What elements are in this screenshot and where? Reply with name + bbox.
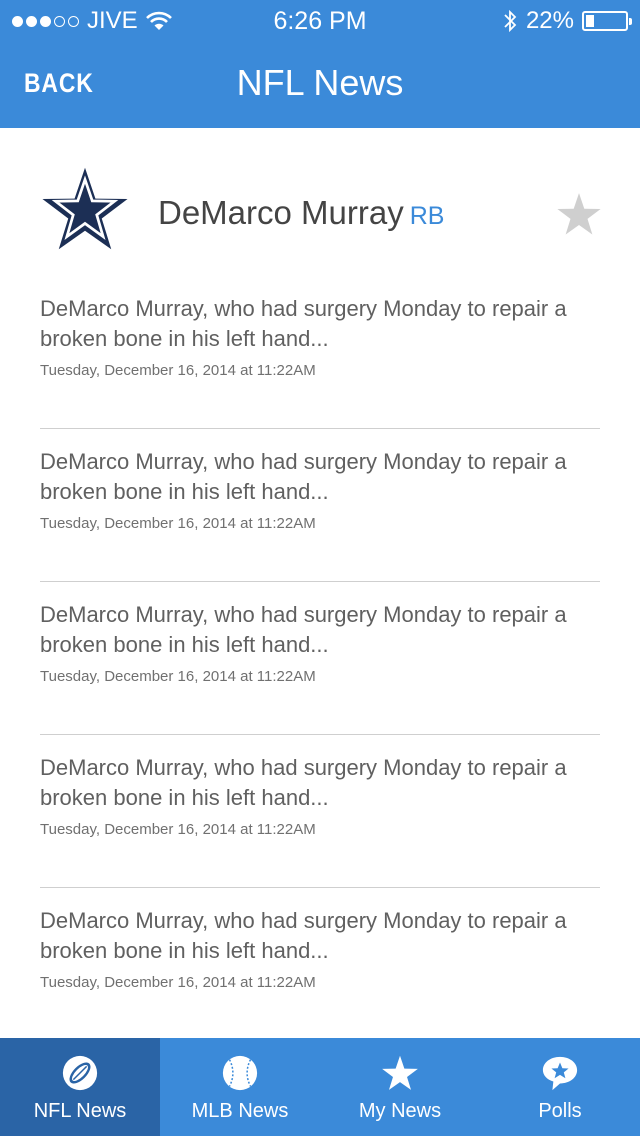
news-item[interactable]: DeMarco Murray, who had surgery Monday t…	[40, 429, 600, 582]
news-headline: DeMarco Murray, who had surgery Monday t…	[40, 602, 567, 657]
player-name-text: DeMarco Murray	[158, 194, 404, 231]
favorite-star-icon[interactable]	[556, 192, 602, 236]
tab-my-news[interactable]: My News	[320, 1038, 480, 1136]
battery-icon	[582, 11, 632, 31]
news-headline: DeMarco Murray, who had surgery Monday t…	[40, 296, 567, 351]
news-timestamp: Tuesday, December 16, 2014 at 11:22AM	[40, 362, 316, 379]
cowboys-star-icon	[42, 167, 128, 250]
page-title: NFL News	[236, 62, 404, 103]
battery-percent: 22%	[525, 7, 574, 34]
news-timestamp: Tuesday, December 16, 2014 at 11:22AM	[40, 515, 316, 532]
news-item[interactable]: DeMarco Murray, who had surgery Monday t…	[40, 888, 600, 1041]
tab-bar: NFL News MLB News My News Polls	[0, 1038, 640, 1136]
player-header: DeMarco Murray RB	[0, 128, 640, 288]
star-icon	[382, 1055, 418, 1090]
tab-label: Polls	[538, 1100, 582, 1122]
news-list: DeMarco Murray, who had surgery Monday t…	[40, 276, 600, 1041]
chat-star-icon	[542, 1056, 578, 1091]
news-item[interactable]: DeMarco Murray, who had surgery Monday t…	[40, 735, 600, 888]
player-position: RB	[409, 202, 445, 230]
news-headline: DeMarco Murray, who had surgery Monday t…	[40, 908, 567, 963]
news-timestamp: Tuesday, December 16, 2014 at 11:22AM	[40, 974, 316, 991]
news-item[interactable]: DeMarco Murray, who had surgery Monday t…	[40, 582, 600, 735]
news-headline: DeMarco Murray, who had surgery Monday t…	[40, 449, 567, 504]
tab-label: My News	[358, 1100, 442, 1122]
tab-label: NFL News	[33, 1100, 127, 1122]
status-bar: JIVE 6:26 PM 22%	[0, 0, 640, 40]
tab-mlb-news[interactable]: MLB News	[160, 1038, 320, 1136]
app-header: JIVE 6:26 PM 22% BACK NFL News	[0, 0, 640, 128]
tab-nfl-news[interactable]: NFL News	[0, 1038, 160, 1136]
news-headline: DeMarco Murray, who had surgery Monday t…	[40, 755, 567, 810]
news-timestamp: Tuesday, December 16, 2014 at 11:22AM	[40, 821, 316, 838]
tab-polls[interactable]: Polls	[480, 1038, 640, 1136]
bluetooth-icon	[504, 9, 517, 33]
news-item[interactable]: DeMarco Murray, who had surgery Monday t…	[40, 276, 600, 429]
player-name: DeMarco Murray RB	[158, 194, 444, 232]
news-timestamp: Tuesday, December 16, 2014 at 11:22AM	[40, 668, 316, 685]
baseball-icon	[222, 1055, 258, 1091]
tab-label: MLB News	[191, 1100, 289, 1122]
football-icon	[62, 1055, 98, 1091]
